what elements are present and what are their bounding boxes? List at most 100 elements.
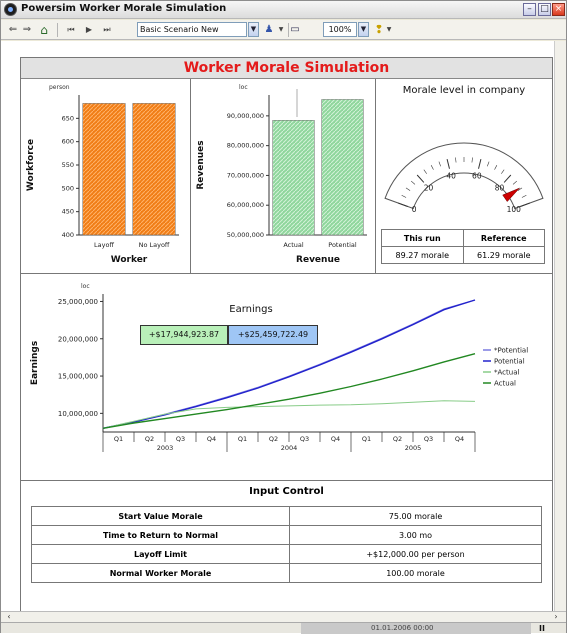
earnings-quarter-label: Q4 [331,435,340,443]
window-title: Powersim Worker Morale Simulation [21,3,227,14]
step-forward-button[interactable]: ⏭ [99,23,115,37]
earnings-quarter-label: Q3 [176,435,185,443]
gauge-dial: 0 20 40 60 80 100 [384,142,544,214]
horizontal-scrollbar[interactable]: ‹ › [1,611,566,622]
actual-earnings-box: +$17,944,923.87 [140,325,228,345]
earnings-quarter-label: Q2 [393,435,402,443]
workforce-category-label: Layoff [94,241,114,249]
normal-morale-input[interactable]: 100.00 morale [289,563,542,583]
revenue-bar [272,120,315,236]
earnings-year-label: 2004 [281,444,298,452]
toolbar-separator [57,23,58,37]
earnings-year-label: 2005 [405,444,422,452]
workforce-y-tick-label: 500 [62,184,74,192]
earnings-series-line [102,400,476,429]
workforce-unit-label: person [49,84,70,91]
scenario-select[interactable]: Basic Scenario New [137,22,247,37]
simulation-time: 01.01.2006 00:00 [301,623,531,634]
this-run-value: 89.27 morale [381,246,464,264]
revenue-y-tick-label: 70,000,000 [227,171,264,179]
input-control-title: Input Control [249,486,324,497]
input-label: Time to Return to Normal [31,525,290,545]
potential-earnings-box: +$25,459,722.49 [228,325,318,345]
workforce-y-axis-title: Workforce [26,139,36,191]
earnings-chart: Earnings loc Earnings 25,000,000 20,000,000… [30,283,528,452]
gauge-tick-label: 40 [446,172,456,181]
back-arrow-icon[interactable]: ⇐ [7,23,19,37]
this-run-header: This run [381,229,464,247]
earnings-plot: loc Earnings 25,000,000 20,000,000 15,000,00… [30,283,528,452]
workforce-x-axis-title: Worker [111,255,148,265]
earnings-quarter-label: Q3 [300,435,309,443]
earnings-quarter-label: Q2 [145,435,154,443]
gauge-tick-label: 0 [412,205,417,214]
hint-dropdown-icon[interactable]: ▼ [385,23,393,37]
revenue-category-label: Actual [283,241,304,249]
gauge-tick-label: 80 [495,184,505,193]
close-button[interactable]: × [552,3,565,16]
input-row: Normal Worker Morale 100.00 morale [31,563,542,583]
input-label: Normal Worker Morale [31,563,290,583]
forward-arrow-icon[interactable]: ⇒ [21,23,33,37]
revenue-category-label: Potential [328,241,357,249]
gauge-tick-label: 20 [424,184,434,193]
scroll-left-icon[interactable]: ‹ [3,612,15,622]
revenue-y-axis-title: Revenues [196,140,206,189]
person-icon[interactable]: ♟ [262,23,276,37]
minimize-button[interactable]: – [523,3,536,16]
zoom-select[interactable]: 100% [323,22,357,37]
gauge-face [384,142,544,210]
play-button[interactable]: ▶ [83,23,95,37]
legend-label: *Potential [494,347,528,355]
earnings-series-line [102,299,476,429]
earnings-quarter-label: Q1 [238,435,247,443]
earnings-y-tick-label: 20,000,000 [58,335,98,343]
earnings-series-line [102,299,476,429]
app-window: Powersim Worker Morale Simulation – □ × … [0,0,567,634]
scroll-right-icon[interactable]: › [550,612,562,622]
status-bar: 01.01.2006 00:00 II [1,622,566,634]
vertical-scrollbar[interactable] [554,41,566,611]
layoff-limit-input[interactable]: +$12,000.00 per person [289,544,542,564]
workforce-bar [82,103,126,236]
workforce-plot: person Workforce 650 600 550 500 450 400 Layoff N… [26,84,179,265]
workforce-y-tick-label: 650 [62,114,74,122]
legend-label: Potential [494,358,525,366]
earnings-quarter-label: Q4 [207,435,216,443]
maximize-button[interactable]: □ [538,3,551,16]
dashboard-title: Worker Morale Simulation [21,58,552,79]
revenue-chart: loc Revenues 90,000,000 80,000,000 70,000,00… [196,84,367,265]
earnings-quarter-label: Q1 [114,435,123,443]
workforce-y-tick-label: 600 [62,138,74,146]
workforce-chart: person Workforce 650 600 550 500 450 400 Layoff N… [26,84,179,265]
home-icon[interactable]: ⌂ [37,23,51,37]
zoom-dropdown-arrow-icon[interactable]: ▼ [358,22,369,37]
legend-label: *Actual [494,369,519,377]
revenue-y-tick-label: 50,000,000 [227,231,264,239]
gauge-tick-label: 100 [507,205,522,214]
start-morale-input[interactable]: 75.00 morale [289,506,542,526]
fit-page-icon[interactable]: ▭ [289,23,301,37]
earnings-quarter-label: Q4 [455,435,464,443]
input-row: Start Value Morale 75.00 morale [31,506,542,526]
workforce-y-tick-label: 450 [62,208,74,216]
rewind-button[interactable]: ⏮ [63,23,79,37]
workforce-panel: person Workforce 650 600 550 500 450 400 Layoff N… [21,79,191,274]
earnings-unit-label: loc [81,283,90,290]
pause-button[interactable]: II [539,624,545,633]
revenue-unit-label: loc [239,84,248,91]
earnings-y-axis-title: Earnings [30,341,40,385]
title-bar: Powersim Worker Morale Simulation – □ × [1,1,566,19]
return-time-input[interactable]: 3.00 mo [289,525,542,545]
app-logo-icon [4,3,17,16]
scenario-dropdown-arrow-icon[interactable]: ▼ [248,22,259,37]
earnings-panel: Earnings loc Earnings 25,000,000 20,000,000… [21,274,552,481]
person-dropdown-icon[interactable]: ▼ [277,23,285,37]
legend-label: Actual [494,380,516,388]
reference-value: 61.29 morale [462,246,545,264]
hint-bulb-icon[interactable]: ❢ [373,23,385,37]
earnings-quarter-label: Q2 [269,435,278,443]
dashboard-area: Worker Morale Simulation person Workforce… [1,41,566,631]
workforce-category-label: No Layoff [139,241,170,249]
earnings-y-tick-label: 25,000,000 [58,298,98,306]
